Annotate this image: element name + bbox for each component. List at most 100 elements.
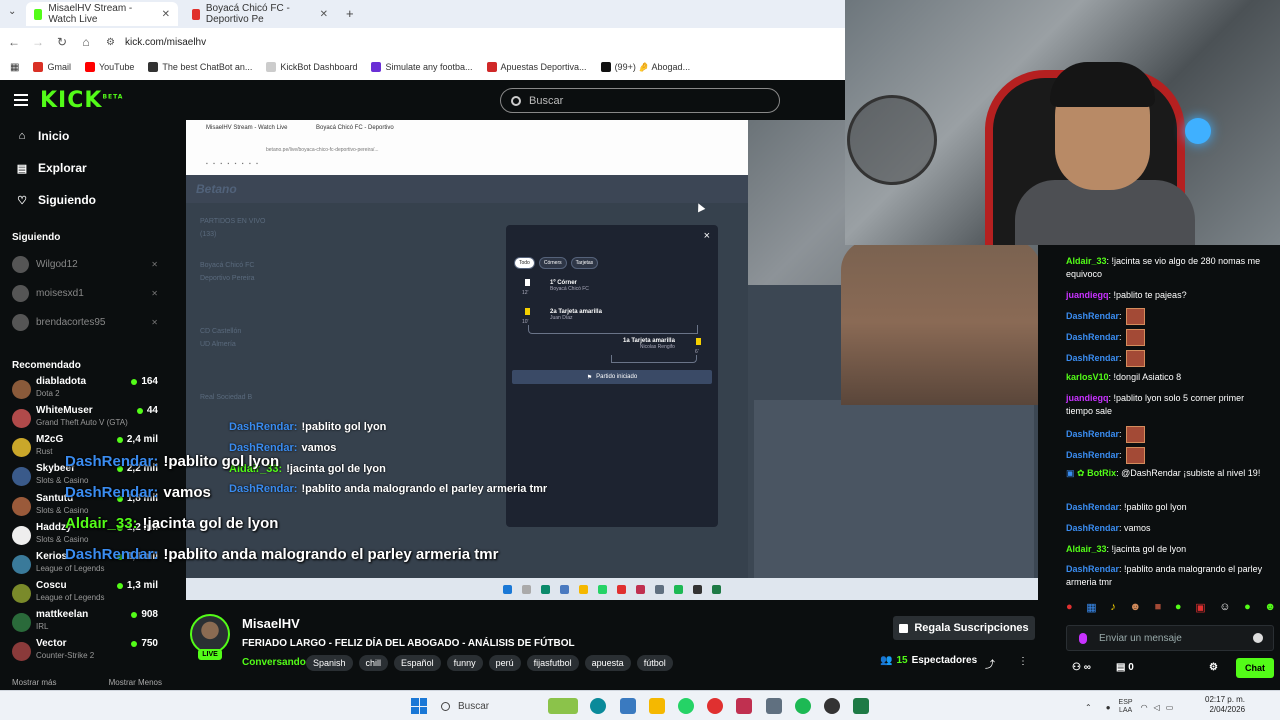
emoji-icon[interactable] [1253, 633, 1263, 643]
app-icon[interactable] [620, 698, 636, 714]
forward-icon[interactable]: → [26, 35, 50, 49]
chat-username[interactable]: DashRendar [1066, 450, 1119, 460]
emote-icon[interactable]: ● [1066, 601, 1073, 614]
excel-icon[interactable] [853, 698, 869, 714]
chat-username[interactable]: DashRendar [1066, 332, 1119, 342]
more-options-icon[interactable]: ⋮ [1018, 656, 1028, 667]
recommended-item[interactable]: diabladota Dota 2 164 [12, 376, 162, 406]
emote-icon[interactable]: ▦ [1086, 601, 1096, 614]
search-input[interactable]: Buscar [500, 88, 780, 113]
sidebar-item-inicio[interactable]: ⌂ Inicio [16, 129, 70, 143]
app-icon[interactable] [736, 698, 752, 714]
mic-icon[interactable]: ● [1106, 703, 1111, 712]
taskbar-search[interactable]: Buscar [441, 697, 541, 715]
battery-icon[interactable]: ▭ [1166, 703, 1174, 712]
folder-icon[interactable] [649, 698, 665, 714]
bookmark-gmail[interactable]: Gmail [33, 62, 71, 72]
streamer-avatar[interactable] [190, 614, 230, 654]
tag[interactable]: fijasfutbol [526, 655, 579, 671]
chat-username[interactable]: juandiegq [1066, 290, 1109, 300]
tag[interactable]: Español [394, 655, 441, 671]
bookmark-simulate[interactable]: Simulate any footba... [371, 62, 473, 72]
recommended-item[interactable]: WhiteMuser Grand Theft Auto V (GTA) 44 [12, 405, 162, 435]
chat-username[interactable]: DashRendar [1066, 311, 1119, 321]
settings-icon[interactable]: ⚙ [1209, 662, 1218, 673]
chat-username[interactable]: DashRendar [1066, 353, 1119, 363]
menu-icon[interactable] [14, 94, 28, 106]
tag[interactable]: apuesta [584, 655, 631, 671]
edge-icon[interactable] [590, 698, 606, 714]
chevron-up-icon[interactable]: ⌃ [1085, 703, 1092, 712]
volume-icon[interactable]: ◁ [1154, 703, 1160, 712]
show-more-button[interactable]: Mostrar más [12, 678, 56, 687]
tag[interactable]: chill [358, 655, 389, 671]
emote-icon[interactable]: ☻ [1264, 601, 1276, 614]
emote-icon[interactable]: ● [1175, 601, 1182, 614]
emote-icon[interactable]: ♪ [1110, 601, 1116, 614]
emote-icon[interactable]: ☻ [1129, 601, 1141, 614]
language-indicator[interactable]: ESP LAA [1119, 699, 1133, 715]
clock[interactable]: 02:17 p. m. 2/04/2026 [1205, 695, 1245, 715]
recommended-item[interactable]: Coscu League of Legends 1,3 mil [12, 580, 162, 610]
tag[interactable]: Spanish [306, 655, 353, 671]
spotify-icon[interactable] [795, 698, 811, 714]
emote-icon[interactable]: ☺ [1219, 601, 1230, 614]
share-icon[interactable]: ⤴ [985, 656, 995, 671]
recommended-item[interactable]: mattkeelan IRL 908 [12, 609, 162, 639]
close-tab-icon[interactable]: ✕ [320, 9, 328, 20]
gift-subs-button[interactable]: Regala Suscripciones [893, 616, 1035, 640]
apps-icon[interactable]: ▦ [10, 62, 19, 73]
kick-logo[interactable]: KICKBETA [40, 88, 123, 113]
chat-username[interactable]: DashRendar [1066, 429, 1119, 439]
site-info-icon[interactable]: ⚙ [106, 37, 115, 48]
widgets-icon[interactable] [548, 698, 578, 714]
stream-category[interactable]: Conversando [242, 657, 306, 668]
show-less-button[interactable]: Mostrar Menos [109, 678, 162, 687]
bookmark-apuestas[interactable]: Apuestas Deportiva... [486, 62, 587, 72]
streamer-name[interactable]: MisaelHV [242, 616, 300, 631]
whatsapp-icon[interactable] [678, 698, 694, 714]
chrome-icon[interactable] [707, 698, 723, 714]
reload-icon[interactable]: ↻ [50, 35, 74, 49]
tab-search-icon[interactable]: ⌄ [8, 6, 16, 17]
chat-username[interactable]: juandiegq [1066, 393, 1109, 403]
bookmark-youtube[interactable]: YouTube [84, 62, 134, 72]
wifi-icon[interactable]: ◠ [1141, 703, 1148, 712]
chat-username[interactable]: karlosV10 [1066, 372, 1109, 382]
chat-username[interactable]: DashRendar [1066, 502, 1119, 512]
tag[interactable]: fútbol [636, 655, 673, 671]
following-item[interactable]: moisesxd1 ✕ [12, 283, 162, 303]
new-tab-icon[interactable]: + [346, 6, 354, 21]
points-icon[interactable]: ⚇ ∞ [1072, 662, 1091, 673]
bookmark-tiktok[interactable]: (99+) 🤌 Abogad... [600, 62, 690, 73]
address-bar[interactable]: ⚙ kick.com/misaelhv [106, 37, 206, 48]
emote-icon[interactable]: ■ [1155, 601, 1162, 614]
emote-icon[interactable]: ▣ [1195, 601, 1205, 614]
following-item[interactable]: brendacortes95 ✕ [12, 312, 162, 332]
tab-kick[interactable]: MisaelHV Stream - Watch Live ✕ [26, 2, 178, 26]
sidebar-item-siguiendo[interactable]: ♡ Siguiendo [16, 193, 96, 207]
sidebar-item-explorar[interactable]: ▤ Explorar [16, 161, 87, 175]
tab-betano[interactable]: Boyacá Chicó FC - Deportivo Pe ✕ [184, 2, 336, 26]
back-icon[interactable]: ← [2, 35, 26, 49]
calculator-icon[interactable] [766, 698, 782, 714]
chat-username[interactable]: BotRix [1087, 468, 1116, 478]
gift-icon[interactable]: ▤ 0 [1116, 662, 1134, 673]
chat-input[interactable]: Enviar un mensaje [1066, 625, 1274, 651]
bookmark-kickbot[interactable]: KickBot Dashboard [266, 62, 357, 72]
obs-icon[interactable] [824, 698, 840, 714]
chat-username[interactable]: DashRendar [1066, 523, 1119, 533]
tag[interactable]: funny [446, 655, 483, 671]
close-tab-icon[interactable]: ✕ [162, 9, 170, 20]
home-icon[interactable]: ⌂ [74, 35, 98, 49]
chat-username[interactable]: DashRendar [1066, 564, 1119, 574]
windows-start-icon[interactable] [411, 698, 427, 714]
send-chat-button[interactable]: Chat [1236, 658, 1274, 678]
recommended-item[interactable]: Vector Counter-Strike 2 750 [12, 638, 162, 668]
chat-username[interactable]: Aldair_33 [1066, 256, 1107, 266]
emote-icon[interactable]: ● [1244, 601, 1251, 614]
bookmark-chatbot[interactable]: The best ChatBot an... [148, 62, 252, 72]
chat-username[interactable]: Aldair_33 [1066, 544, 1107, 554]
tag[interactable]: perú [488, 655, 521, 671]
following-item[interactable]: Wilgod12 ✕ [12, 254, 162, 274]
